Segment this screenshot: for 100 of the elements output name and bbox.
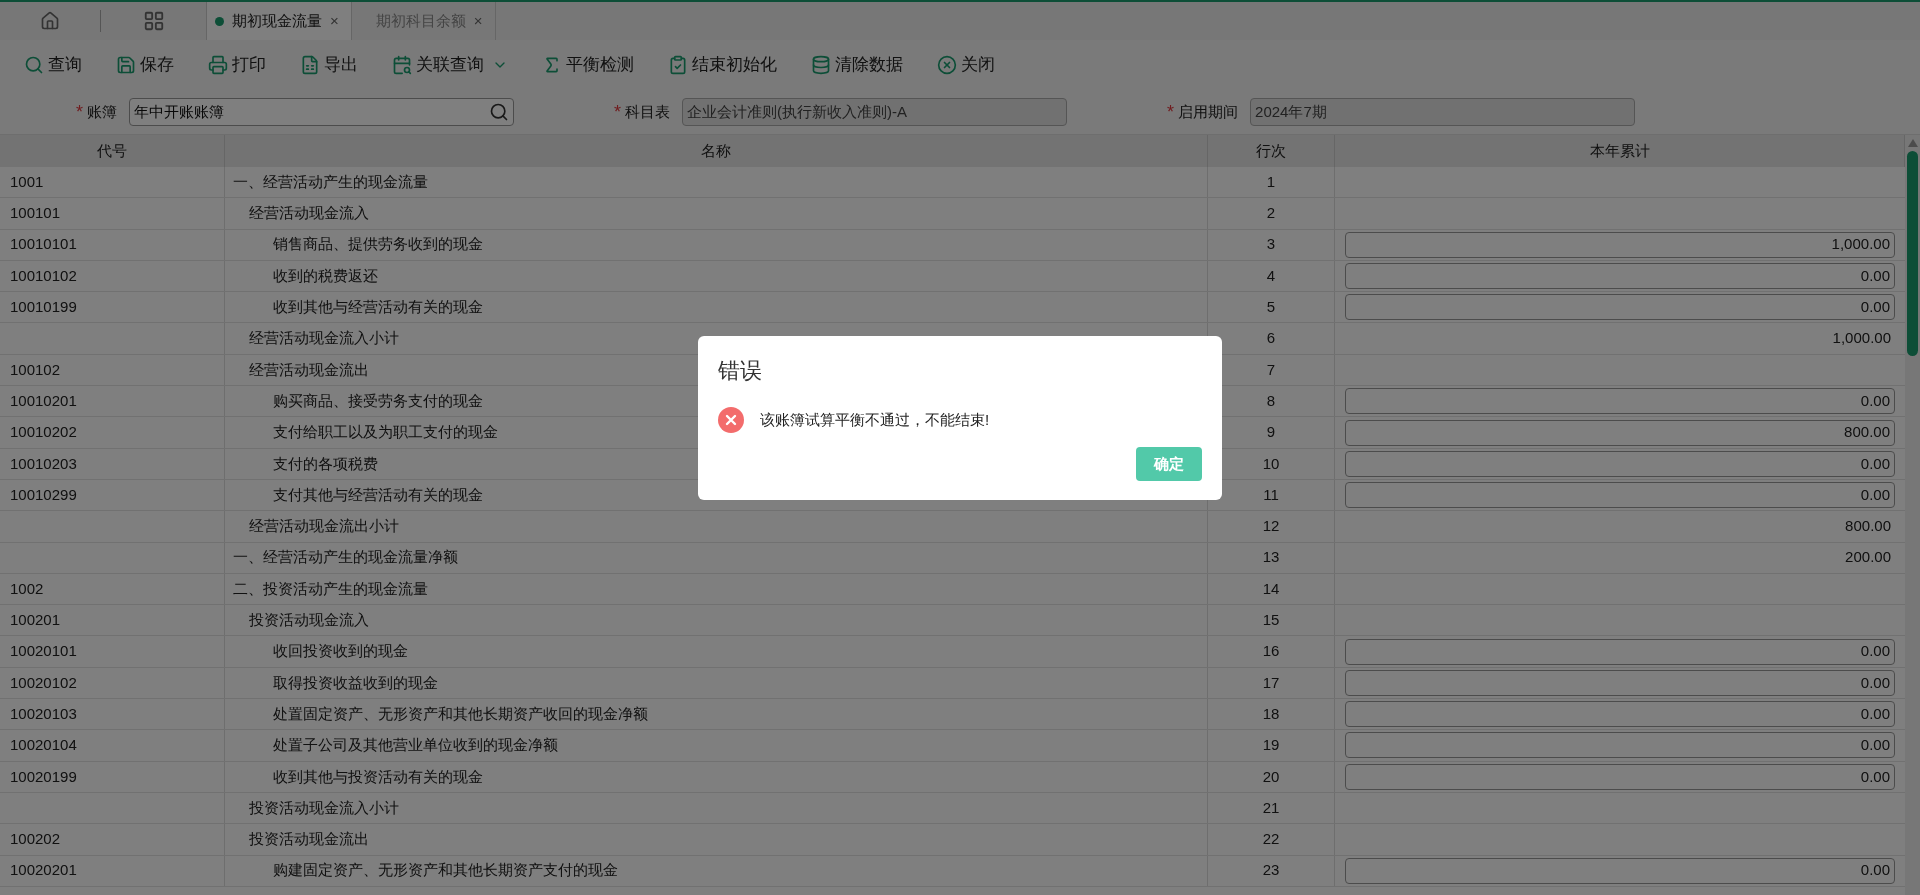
close-icon (937, 55, 957, 75)
save-icon (116, 55, 136, 75)
code-cell: 10020101 (0, 636, 225, 667)
line-cell: 5 (1208, 292, 1335, 323)
spreadsheet-icon (300, 55, 320, 75)
toolbar-button[interactable]: 结束初始化 (668, 52, 777, 78)
amount-field[interactable]: 0.00 (1345, 669, 1895, 696)
tab-close-button[interactable]: × (473, 9, 487, 33)
line-cell: 3 (1208, 229, 1335, 260)
amount-field[interactable]: 0.00 (1345, 482, 1895, 509)
filter-field[interactable]: 年中开账账簿 (129, 98, 514, 126)
name-cell: 销售商品、提供劳务收到的现金 (225, 229, 1208, 260)
filter-label: 科目表 (625, 101, 671, 122)
filter-label: 账簿 (87, 101, 117, 122)
tab-close-button[interactable]: × (330, 9, 343, 33)
amount-field[interactable]: 0.00 (1345, 638, 1895, 665)
name-cell: 经营活动现金流出小计 (225, 511, 1208, 542)
toolbar-button[interactable]: 查询 (24, 52, 82, 78)
line-cell: 4 (1208, 260, 1335, 292)
scrollbar[interactable] (1905, 135, 1920, 895)
calendar-search-icon (392, 55, 412, 75)
name-cell: 收到其他与投资活动有关的现金 (225, 761, 1208, 792)
line-cell: 22 (1208, 824, 1335, 855)
home-icon (40, 11, 60, 31)
code-cell: 10010202 (0, 417, 225, 448)
line-cell: 1 (1208, 167, 1335, 198)
name-cell: 处置子公司及其他营业单位收到的现金净额 (225, 730, 1208, 761)
code-cell: 10010199 (0, 292, 225, 323)
search-icon (489, 102, 509, 122)
toolbar-button[interactable]: 平衡检测 (542, 52, 634, 78)
amount-field[interactable]: 800.00 (1345, 419, 1895, 446)
amount-field[interactable]: 0.00 (1345, 450, 1895, 477)
code-cell: 100202 (0, 824, 225, 855)
grid-icon (142, 10, 165, 32)
name-cell: 投资活动现金流出 (225, 824, 1208, 855)
line-cell: 16 (1208, 636, 1335, 667)
code-cell: 10010102 (0, 260, 225, 292)
line-cell: 19 (1208, 730, 1335, 761)
error-icon (718, 407, 744, 433)
amount-field[interactable]: 0.00 (1345, 388, 1895, 415)
amount-field[interactable]: 0.00 (1345, 263, 1895, 290)
amount-field[interactable]: 0.00 (1345, 857, 1895, 884)
tab[interactable]: 期初现金流量 × (206, 2, 351, 40)
filter-label: 启用期间 (1178, 101, 1239, 122)
column-header: 行次 (1208, 135, 1335, 167)
code-cell: 10020104 (0, 730, 225, 761)
required-mark: * (614, 100, 622, 124)
amount-field[interactable]: 0.00 (1345, 732, 1895, 759)
line-cell: 14 (1208, 573, 1335, 605)
name-cell: 处置固定资产、无形资产和其他长期资产收回的现金净额 (225, 699, 1208, 730)
code-cell: 1001 (0, 167, 225, 198)
line-cell: 21 (1208, 792, 1335, 824)
code-cell: 10010203 (0, 448, 225, 479)
code-cell: 10010201 (0, 386, 225, 417)
scroll-up-icon (1907, 139, 1918, 147)
amount-field[interactable]: 0.00 (1345, 701, 1895, 728)
line-cell: 2 (1208, 198, 1335, 229)
code-cell: 10010101 (0, 229, 225, 260)
name-cell: 投资活动现金流入小计 (225, 792, 1208, 824)
line-cell: 12 (1208, 511, 1335, 542)
line-cell: 20 (1208, 761, 1335, 792)
name-cell: 收到其他与经营活动有关的现金 (225, 292, 1208, 323)
code-cell: 100201 (0, 605, 225, 636)
toolbar-button[interactable]: 关闭 (937, 52, 995, 78)
name-cell: 取得投资收益收到的现金 (225, 667, 1208, 699)
toolbar-button[interactable]: 清除数据 (811, 52, 903, 78)
code-cell: 100101 (0, 198, 225, 229)
required-mark: * (76, 100, 83, 124)
amount-field[interactable]: 0.00 (1345, 763, 1895, 790)
code-cell: 10020201 (0, 855, 225, 886)
name-cell: 经营活动现金流入 (225, 198, 1208, 229)
search-icon (24, 55, 44, 75)
name-cell: 投资活动现金流入 (225, 605, 1208, 636)
dialog-title: 错误 (718, 357, 762, 385)
name-cell: 购建固定资产、无形资产和其他长期资产支付的现金 (225, 855, 1208, 886)
required-mark: * (1167, 100, 1175, 124)
line-cell: 13 (1208, 542, 1335, 573)
line-cell: 18 (1208, 699, 1335, 730)
code-cell: 10020199 (0, 761, 225, 792)
line-cell: 15 (1208, 605, 1335, 636)
printer-icon (208, 55, 228, 75)
line-cell: 17 (1208, 667, 1335, 699)
total-cell-text: 1,000.00 (1832, 328, 1892, 349)
amount-field[interactable]: 0.00 (1345, 294, 1895, 321)
name-cell: 一、经营活动产生的现金流量净额 (225, 542, 1208, 573)
code-cell: 100102 (0, 354, 225, 386)
name-cell: 收到的税费返还 (225, 260, 1208, 292)
toolbar-button[interactable]: 保存 (116, 52, 174, 78)
toolbar-button[interactable]: 关联查询 (392, 52, 508, 78)
code-cell: 1002 (0, 573, 225, 605)
name-cell: 一、经营活动产生的现金流量 (225, 167, 1208, 198)
code-cell: 10020103 (0, 699, 225, 730)
scrollbar-thumb[interactable] (1907, 151, 1918, 356)
line-cell: 23 (1208, 855, 1335, 886)
name-cell: 二、投资活动产生的现金流量 (225, 573, 1208, 605)
toolbar-button[interactable]: 打印 (208, 52, 266, 78)
toolbar-button[interactable]: 导出 (300, 52, 358, 78)
code-cell: 10010299 (0, 479, 225, 511)
clipboard-check-icon (668, 55, 688, 75)
amount-field[interactable]: 1,000.00 (1345, 231, 1895, 258)
